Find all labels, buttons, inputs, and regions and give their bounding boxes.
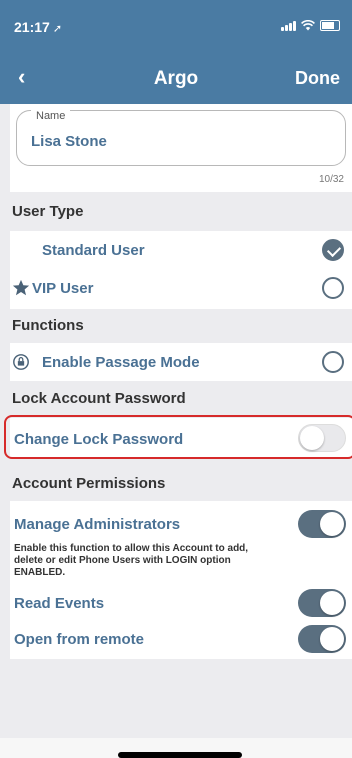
name-card: Name Lisa Stone 10/32: [10, 104, 352, 192]
nav-bar: ‹ Argo Done: [0, 50, 352, 104]
open-from-remote-label: Open from remote: [14, 631, 145, 648]
name-input[interactable]: Name Lisa Stone: [16, 110, 346, 166]
standard-user-radio[interactable]: [322, 239, 344, 261]
account-permissions-header: Account Permissions: [12, 475, 166, 492]
passage-mode-label: Enable Passage Mode: [42, 354, 200, 371]
lock-password-card: Change Lock Password: [10, 418, 352, 458]
user-type-card: Standard User VIP User: [10, 231, 352, 309]
done-button[interactable]: Done: [295, 68, 340, 89]
read-events-row[interactable]: Read Events: [10, 587, 352, 623]
toggle-knob: [320, 627, 344, 651]
vip-user-label: VIP User: [32, 280, 94, 297]
lock-password-header: Lock Account Password: [12, 390, 186, 407]
wifi-icon: [301, 20, 315, 31]
vip-user-row[interactable]: VIP User: [10, 269, 352, 309]
change-lock-password-label: Change Lock Password: [14, 431, 184, 448]
account-permissions-card: Manage Administrators Enable this functi…: [10, 501, 352, 659]
toggle-knob: [300, 426, 324, 450]
clock-text: 21:17: [14, 19, 50, 35]
manage-administrators-row[interactable]: Manage Administrators Enable this functi…: [10, 501, 352, 587]
read-events-label: Read Events: [14, 595, 105, 612]
read-events-toggle[interactable]: [298, 589, 346, 617]
open-from-remote-toggle[interactable]: [298, 625, 346, 653]
functions-header: Functions: [12, 317, 84, 334]
home-indicator[interactable]: [118, 752, 242, 758]
name-value: Lisa Stone: [31, 133, 107, 150]
status-bar: 21:17 ➚: [0, 0, 352, 50]
location-arrow-icon: ➚: [52, 23, 63, 35]
functions-card: Enable Passage Mode: [10, 343, 352, 381]
manage-administrators-description: Enable this function to allow this Accou…: [14, 543, 249, 578]
manage-administrators-label: Manage Administrators: [14, 516, 181, 533]
name-field-label: Name: [31, 110, 71, 122]
standard-user-label: Standard User: [42, 242, 145, 259]
lock-rotate-icon: [13, 354, 29, 370]
change-lock-password-row[interactable]: Change Lock Password: [10, 418, 352, 458]
battery-icon: [320, 20, 340, 31]
passage-mode-row[interactable]: Enable Passage Mode: [10, 343, 352, 381]
manage-administrators-toggle[interactable]: [298, 510, 346, 538]
passage-mode-radio[interactable]: [322, 351, 344, 373]
open-from-remote-row[interactable]: Open from remote: [10, 623, 352, 659]
vip-user-radio[interactable]: [322, 277, 344, 299]
toggle-knob: [320, 591, 344, 615]
name-char-counter: 10/32: [318, 174, 344, 185]
app-header: 21:17 ➚ ‹ Argo Done: [0, 0, 352, 104]
toggle-knob: [320, 512, 344, 536]
status-icons: [281, 20, 340, 31]
signal-icon: [281, 20, 296, 31]
change-lock-password-toggle[interactable]: [298, 424, 346, 452]
star-icon: [12, 279, 30, 296]
status-time: 21:17 ➚: [14, 19, 62, 35]
standard-user-row[interactable]: Standard User: [10, 231, 352, 269]
user-type-header: User Type: [12, 203, 84, 220]
